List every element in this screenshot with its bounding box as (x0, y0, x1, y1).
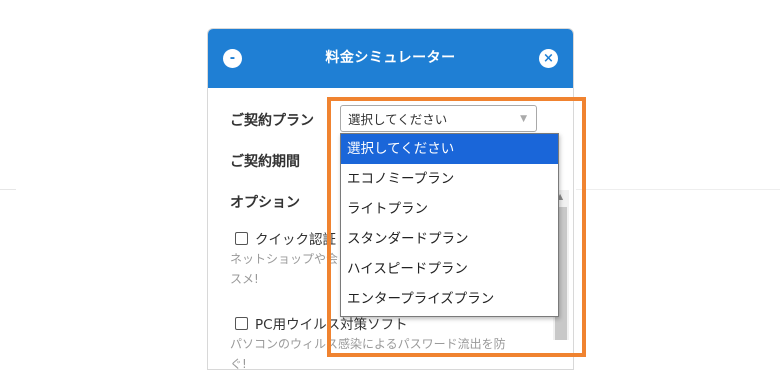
plan-label: ご契約プラン (230, 113, 314, 129)
background-divider (0, 189, 16, 190)
quick-auth-checkbox[interactable] (235, 232, 248, 245)
highlight-box (327, 97, 586, 357)
option-quick-auth[interactable]: クイック認証 (235, 228, 336, 248)
panel-title: 料金シミュレーター (325, 50, 456, 66)
close-icon[interactable]: × (539, 49, 558, 68)
pc-antivirus-checkbox[interactable] (235, 317, 248, 330)
background-divider-right (576, 189, 780, 190)
period-label: ご契約期間 (230, 154, 300, 170)
panel-header: - 料金シミュレーター × (208, 29, 573, 88)
option-label-text: クイック認証 (255, 232, 336, 248)
option-label: オプション (230, 195, 300, 211)
